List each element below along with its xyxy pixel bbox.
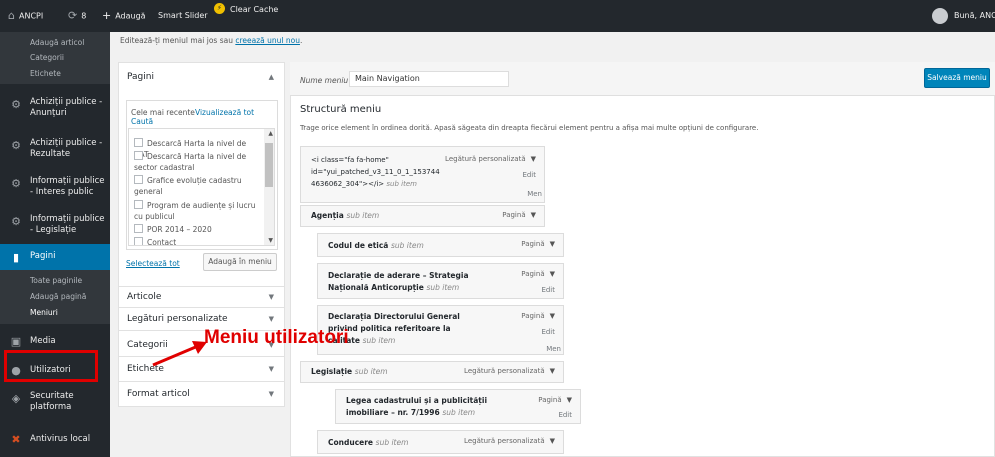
antivirus-icon: ✖ — [11, 433, 21, 446]
checkbox[interactable] — [134, 237, 143, 245]
smart-slider-link[interactable]: Smart Slider — [158, 0, 208, 32]
admin-bar: ⌂ ANCPI ⟳ 8 + Adaugă Smart Slider ⚡ Clear Ca… — [0, 0, 995, 32]
checkbox[interactable] — [134, 138, 143, 147]
menu-item-declaratia-directorului[interactable]: Declarația Directorului General privind … — [317, 305, 564, 355]
edit-link[interactable]: Edit — [541, 286, 555, 294]
expand-caret-icon[interactable]: ▼ — [531, 211, 536, 219]
gear-icon: ⚙ — [11, 177, 21, 190]
submenu-all-pages[interactable]: Toate paginile — [30, 276, 82, 285]
scrollbar-thumb[interactable] — [265, 143, 273, 187]
scroll-down-icon[interactable]: ▼ — [268, 237, 273, 244]
checkbox[interactable] — [134, 200, 143, 209]
scroll-up-icon[interactable]: ▲ — [268, 130, 273, 137]
menu-item-declaratie-aderare[interactable]: Declarație de aderare – Strategia Națion… — [317, 263, 564, 299]
pages-checklist: Descarcă Harta la nivel de UAT Descarcă … — [128, 128, 275, 246]
submenu-tags[interactable]: Etichete — [30, 69, 61, 78]
submenu-menus[interactable]: Meniuri — [30, 308, 58, 317]
list-item[interactable]: Grafice evoluție cadastru general — [134, 175, 260, 197]
expand-arrow-icon: ▼ — [268, 390, 274, 398]
expand-caret-icon[interactable]: ▼ — [550, 240, 555, 248]
sidebar-item-legislatie[interactable]: ⚙ Informații publice - Legislație — [0, 211, 110, 243]
sidebar-item-pages[interactable]: ▮ Pagini — [0, 244, 110, 270]
tab-search[interactable]: Caută — [131, 117, 153, 126]
expand-caret-icon[interactable]: ▼ — [550, 437, 555, 445]
menu-notice: Editează-ți meniul mai jos sau creează u… — [120, 36, 303, 45]
checkbox[interactable] — [134, 151, 143, 160]
pages-submenu: Toate paginile Adaugă pagină Meniuri — [0, 270, 110, 324]
checkbox[interactable] — [134, 175, 143, 184]
plus-icon: + — [102, 9, 112, 22]
pages-metabox-title[interactable]: Pagini — [127, 72, 154, 82]
edit-link[interactable]: Edit — [522, 171, 536, 179]
expand-caret-icon[interactable]: ▼ — [550, 270, 555, 278]
structure-title: Structură meniu — [300, 104, 382, 115]
menu-name-input[interactable]: Main Navigation — [349, 71, 509, 87]
sidebar-item-interes-public[interactable]: ⚙ Informații publice - Interes public — [0, 173, 110, 205]
gear-icon: ⚙ — [11, 98, 21, 111]
checkbox[interactable] — [134, 224, 143, 233]
structure-description: Trage orice element în ordinea dorită. A… — [300, 124, 759, 132]
tab-recent[interactable]: Cele mai recente — [131, 108, 195, 117]
notice-text: Editează-ți meniul mai jos sau — [120, 36, 236, 45]
home-icon: ⌂ — [8, 9, 15, 22]
submenu-categories[interactable]: Categorii — [30, 53, 64, 62]
expand-caret-icon[interactable]: ▼ — [550, 367, 555, 375]
list-item[interactable]: Contact — [134, 237, 260, 245]
scrollbar[interactable]: ▲ ▼ — [264, 129, 274, 245]
new-content-link[interactable]: + Adaugă — [102, 0, 146, 32]
media-icon: ▣ — [10, 335, 22, 348]
menu-item-conducere[interactable]: Conducere sub item Legătură personalizat… — [317, 430, 564, 454]
annotation-label: Meniu utilizatori — [204, 327, 349, 348]
menu-item-home[interactable]: <i class="fa fa-home" id="yui_patched_v3… — [300, 146, 545, 203]
tab-view-all[interactable]: Vizualizează tot — [195, 108, 254, 117]
avatar — [932, 7, 948, 24]
expand-arrow-icon: ▼ — [268, 293, 274, 301]
list-item[interactable]: POR 2014 – 2020 — [134, 224, 260, 235]
submenu-add-page[interactable]: Adaugă pagină — [30, 292, 86, 301]
sidebar-item-achizitii-rezultate[interactable]: ⚙ Achiziții publice - Rezultate — [0, 135, 110, 167]
expand-arrow-icon: ▼ — [268, 315, 274, 323]
sidebar-item-antivirus[interactable]: ✖ Antivirus local — [0, 430, 110, 450]
menu-item-legislatie[interactable]: Legislație sub item Legătură personaliza… — [300, 361, 564, 383]
gear-icon: ⚙ — [11, 139, 21, 152]
highlight-box — [4, 350, 98, 382]
expand-caret-icon[interactable]: ▼ — [550, 312, 555, 320]
account-menu[interactable]: Bună, ANCP — [932, 0, 995, 32]
edit-link[interactable]: Edit — [541, 328, 555, 336]
admin-sidebar: Adaugă articol Categorii Etichete ⚙ Achi… — [0, 32, 110, 457]
menu-item-codul-de-etica[interactable]: Codul de etică sub item Pagină ▼ — [317, 233, 564, 257]
expand-caret-icon[interactable]: ▼ — [531, 155, 536, 163]
accordion-post-format[interactable]: Format articol ▼ — [118, 381, 285, 407]
list-item[interactable]: Program de audiențe și lucru cu publicul — [134, 200, 260, 222]
expand-arrow-icon: ▼ — [268, 365, 274, 373]
sidebar-item-media[interactable]: ▣ Media — [0, 332, 110, 352]
save-menu-button[interactable]: Salvează meniu — [924, 68, 990, 88]
refresh-icon: ⟳ — [68, 9, 78, 22]
submenu-add-post[interactable]: Adaugă articol — [30, 38, 84, 47]
list-item[interactable]: Descarcă Harta la nivel de sector cadast… — [134, 151, 260, 173]
create-menu-link[interactable]: creează unul nou — [235, 36, 300, 45]
updates-link[interactable]: ⟳ 8 — [68, 0, 86, 32]
cache-icon: ⚡ — [214, 3, 225, 14]
sidebar-item-achizitii-anunturi[interactable]: ⚙ Achiziții publice - Anunțuri — [0, 94, 110, 126]
pages-icon: ▮ — [12, 251, 20, 264]
shield-icon: ◈ — [11, 392, 21, 405]
gear-icon: ⚙ — [11, 215, 21, 228]
sidebar-item-security[interactable]: ◈ Securitate platforma — [0, 388, 110, 418]
menu-item-legea-cadastrului[interactable]: Legea cadastrului și a publicității imob… — [335, 389, 581, 424]
menu-name-label: Nume meniu — [300, 76, 349, 85]
edit-link[interactable]: Edit — [558, 411, 572, 419]
expand-caret-icon[interactable]: ▼ — [567, 396, 572, 404]
menu-tag: Men — [546, 345, 561, 353]
collapse-arrow-icon[interactable]: ▲ — [269, 73, 274, 81]
accordion-articles[interactable]: Articole ▼ — [118, 286, 285, 308]
posts-submenu: Adaugă articol Categorii Etichete — [0, 32, 110, 84]
menu-item-agentia[interactable]: Agenția sub item Pagină ▼ — [300, 205, 545, 227]
clear-cache-link[interactable]: ⚡ Clear Cache — [214, 0, 278, 26]
menu-tag: Men — [527, 190, 542, 198]
select-all-link[interactable]: Selectează tot — [126, 259, 180, 268]
add-to-menu-button[interactable]: Adaugă în meniu — [203, 253, 277, 271]
site-name-link[interactable]: ⌂ ANCPI — [8, 0, 43, 32]
